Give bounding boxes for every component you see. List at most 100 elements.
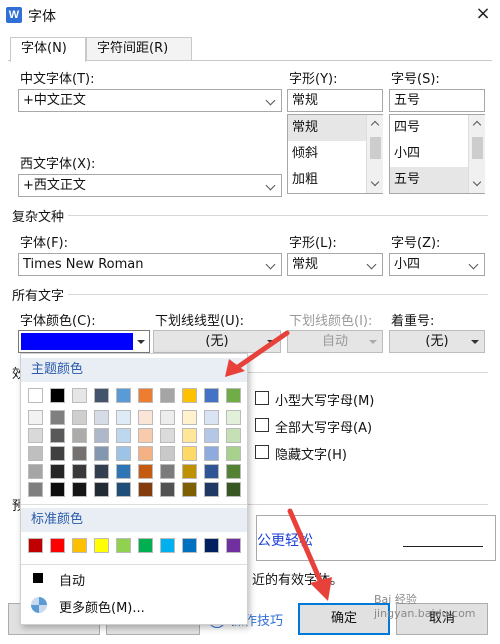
standard-color-swatch[interactable] bbox=[204, 538, 219, 553]
theme-color-swatch[interactable] bbox=[72, 410, 87, 425]
complex-font-select[interactable]: Times New Roman bbox=[18, 253, 282, 276]
theme-color-swatch[interactable] bbox=[50, 388, 65, 403]
theme-color-swatch[interactable] bbox=[50, 410, 65, 425]
theme-color-swatch[interactable] bbox=[94, 482, 109, 497]
auto-color-option[interactable]: 自动 bbox=[29, 568, 239, 590]
tab-font[interactable]: 字体(N) bbox=[10, 37, 86, 62]
theme-color-swatch[interactable] bbox=[116, 464, 131, 479]
theme-color-swatch[interactable] bbox=[116, 410, 131, 425]
theme-color-swatch[interactable] bbox=[182, 464, 197, 479]
theme-color-swatch[interactable] bbox=[72, 464, 87, 479]
scroll-down-icon[interactable] bbox=[469, 176, 486, 193]
hidden-text-checkbox[interactable] bbox=[255, 445, 269, 459]
theme-color-swatch[interactable] bbox=[204, 388, 219, 403]
scroll-down-icon[interactable] bbox=[367, 176, 384, 193]
theme-color-swatch[interactable] bbox=[50, 482, 65, 497]
theme-color-swatch[interactable] bbox=[160, 428, 175, 443]
theme-color-swatch[interactable] bbox=[138, 482, 153, 497]
theme-color-swatch[interactable] bbox=[182, 428, 197, 443]
emphasis-select[interactable]: (无) bbox=[389, 330, 485, 353]
list-item[interactable]: 五号 bbox=[390, 167, 468, 193]
western-font-select[interactable]: +西文正文 bbox=[18, 174, 282, 197]
theme-color-swatch[interactable] bbox=[50, 446, 65, 461]
theme-color-swatch[interactable] bbox=[182, 482, 197, 497]
theme-color-swatch[interactable] bbox=[160, 388, 175, 403]
theme-color-swatch[interactable] bbox=[204, 482, 219, 497]
theme-color-swatch[interactable] bbox=[204, 428, 219, 443]
standard-color-swatch[interactable] bbox=[94, 538, 109, 553]
theme-color-swatch[interactable] bbox=[226, 410, 241, 425]
theme-color-swatch[interactable] bbox=[138, 428, 153, 443]
close-icon[interactable]: × bbox=[470, 2, 496, 26]
standard-color-swatch[interactable] bbox=[72, 538, 87, 553]
theme-color-swatch[interactable] bbox=[94, 428, 109, 443]
theme-color-swatch[interactable] bbox=[160, 446, 175, 461]
theme-color-swatch[interactable] bbox=[226, 464, 241, 479]
standard-color-swatch[interactable] bbox=[28, 538, 43, 553]
theme-color-swatch[interactable] bbox=[138, 446, 153, 461]
list-item[interactable]: 四号 bbox=[390, 115, 468, 141]
theme-color-swatch[interactable] bbox=[138, 410, 153, 425]
theme-color-swatch[interactable] bbox=[28, 428, 43, 443]
standard-color-swatch[interactable] bbox=[160, 538, 175, 553]
theme-color-swatch[interactable] bbox=[72, 482, 87, 497]
scroll-up-icon[interactable] bbox=[367, 115, 384, 132]
theme-color-swatch[interactable] bbox=[28, 464, 43, 479]
style-input[interactable]: 常规 bbox=[287, 89, 383, 112]
chinese-font-select[interactable]: +中文正文 bbox=[18, 89, 282, 112]
complex-size-select[interactable]: 小四 bbox=[389, 253, 485, 276]
theme-color-swatch[interactable] bbox=[50, 464, 65, 479]
theme-color-swatch[interactable] bbox=[72, 388, 87, 403]
theme-color-swatch[interactable] bbox=[226, 482, 241, 497]
font-color-picker[interactable] bbox=[18, 330, 150, 353]
standard-color-swatch[interactable] bbox=[50, 538, 65, 553]
theme-color-swatch[interactable] bbox=[72, 428, 87, 443]
theme-color-swatch[interactable] bbox=[160, 482, 175, 497]
theme-color-swatch[interactable] bbox=[116, 446, 131, 461]
standard-color-swatch[interactable] bbox=[116, 538, 131, 553]
list-item[interactable]: 倾斜 bbox=[288, 141, 366, 167]
theme-color-swatch[interactable] bbox=[204, 464, 219, 479]
theme-color-swatch[interactable] bbox=[226, 388, 241, 403]
theme-color-swatch[interactable] bbox=[182, 410, 197, 425]
theme-color-swatch[interactable] bbox=[28, 482, 43, 497]
scroll-thumb[interactable] bbox=[370, 137, 381, 159]
theme-color-swatch[interactable] bbox=[50, 428, 65, 443]
more-colors-option[interactable]: 更多颜色(M)... bbox=[29, 594, 239, 618]
list-item[interactable]: 小四 bbox=[390, 141, 468, 167]
theme-color-swatch[interactable] bbox=[116, 428, 131, 443]
scroll-thumb[interactable] bbox=[472, 137, 483, 159]
theme-color-swatch[interactable] bbox=[160, 464, 175, 479]
style-list[interactable]: 常规 倾斜 加粗 bbox=[287, 114, 383, 194]
theme-color-swatch[interactable] bbox=[204, 446, 219, 461]
theme-color-swatch[interactable] bbox=[182, 388, 197, 403]
list-item[interactable]: 常规 bbox=[288, 115, 366, 141]
theme-color-swatch[interactable] bbox=[28, 388, 43, 403]
theme-color-swatch[interactable] bbox=[94, 464, 109, 479]
theme-color-swatch[interactable] bbox=[72, 446, 87, 461]
standard-color-swatch[interactable] bbox=[226, 538, 241, 553]
style-scrollbar[interactable] bbox=[366, 115, 383, 193]
theme-color-swatch[interactable] bbox=[94, 446, 109, 461]
size-list[interactable]: 四号 小四 五号 bbox=[389, 114, 485, 194]
tab-character-spacing[interactable]: 字符间距(R) bbox=[86, 37, 192, 61]
list-item[interactable]: 加粗 bbox=[288, 167, 366, 193]
theme-color-swatch[interactable] bbox=[226, 446, 241, 461]
complex-style-select[interactable]: 常规 bbox=[287, 253, 383, 276]
theme-color-swatch[interactable] bbox=[94, 410, 109, 425]
theme-color-swatch[interactable] bbox=[116, 482, 131, 497]
small-caps-checkbox[interactable] bbox=[255, 391, 269, 405]
all-caps-checkbox[interactable] bbox=[255, 418, 269, 432]
size-input[interactable]: 五号 bbox=[389, 89, 485, 112]
theme-color-swatch[interactable] bbox=[94, 388, 109, 403]
theme-color-swatch[interactable] bbox=[138, 388, 153, 403]
theme-color-swatch[interactable] bbox=[226, 428, 241, 443]
theme-color-swatch[interactable] bbox=[160, 410, 175, 425]
standard-color-swatch[interactable] bbox=[182, 538, 197, 553]
theme-color-swatch[interactable] bbox=[28, 446, 43, 461]
theme-color-swatch[interactable] bbox=[182, 446, 197, 461]
theme-color-swatch[interactable] bbox=[28, 410, 43, 425]
size-scrollbar[interactable] bbox=[468, 115, 485, 193]
theme-color-swatch[interactable] bbox=[116, 388, 131, 403]
standard-color-swatch[interactable] bbox=[138, 538, 153, 553]
